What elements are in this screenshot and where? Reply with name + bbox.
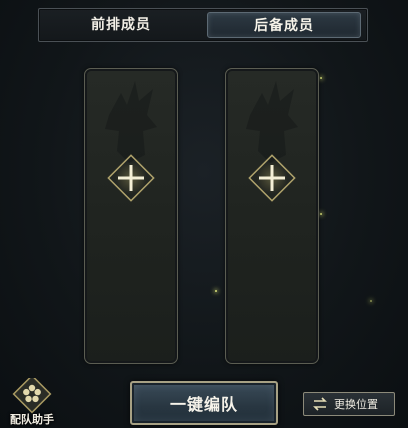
add-member-button[interactable] <box>102 149 160 207</box>
plus-icon <box>107 154 155 202</box>
add-member-button[interactable] <box>243 149 301 207</box>
flower-emblem-icon <box>12 374 52 414</box>
team-helper-button[interactable]: 配队助手 <box>6 374 58 428</box>
team-slot-2[interactable] <box>225 68 319 364</box>
swap-position-button[interactable]: 更换位置 <box>303 392 395 416</box>
tab-front-members[interactable]: 前排成员 <box>43 12 199 38</box>
auto-team-button[interactable]: 一键编队 <box>130 381 278 425</box>
sparkle-particle <box>215 290 217 292</box>
sparkle-particle <box>320 77 322 79</box>
sparkle-particle <box>320 213 322 215</box>
sparkle-particle <box>370 300 372 302</box>
plus-icon <box>248 154 296 202</box>
tab-backup-members[interactable]: 后备成员 <box>207 12 361 38</box>
swap-arrows-icon <box>313 397 327 411</box>
auto-team-label: 一键编队 <box>169 395 238 414</box>
team-slot-1[interactable] <box>84 68 178 364</box>
swap-position-label: 更换位置 <box>334 398 378 411</box>
team-tab-bar: 前排成员 后备成员 <box>38 8 368 42</box>
team-helper-label: 配队助手 <box>10 413 54 426</box>
